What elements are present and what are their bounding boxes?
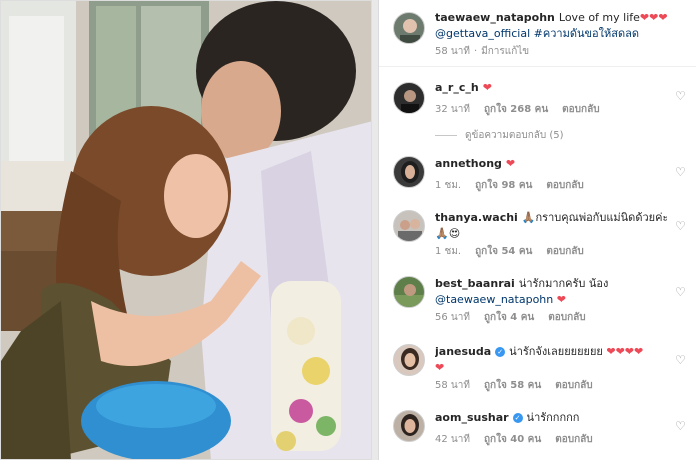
commenter-avatar[interactable] bbox=[393, 210, 425, 242]
commenter-avatar[interactable] bbox=[393, 82, 425, 114]
divider bbox=[379, 66, 696, 67]
comment-likes[interactable]: ถูกใจ 54 คน bbox=[475, 246, 532, 257]
caption-text: Love of my life bbox=[558, 11, 640, 24]
comment-text-continued: 🙏🏽😍 bbox=[435, 227, 461, 240]
commenter-avatar[interactable] bbox=[393, 156, 425, 188]
comment-item: janesuda ✓ น่ารักจังเลยยยยยยย ❤❤❤❤ ❤ 58 นา… bbox=[379, 344, 696, 400]
post-caption: taewaew_natapohnLove of my life❤❤❤❤ @get… bbox=[379, 10, 696, 62]
comment-username[interactable]: a_r_c_h bbox=[435, 81, 479, 94]
view-replies-label[interactable]: ดูข้อความตอบกลับ (5) bbox=[465, 130, 564, 141]
caption-line: taewaew_natapohnLove of my life❤❤❤❤ bbox=[435, 10, 667, 26]
caption-hearts: ❤❤❤❤ bbox=[639, 11, 667, 24]
verified-badge-icon: ✓ bbox=[495, 347, 506, 357]
post-author-username[interactable]: taewaew_natapohn bbox=[435, 11, 555, 24]
comment-reply-button[interactable]: ตอบกลับ bbox=[546, 246, 583, 257]
caption-mention-link[interactable]: @gettava_official bbox=[435, 27, 530, 40]
heart-outline-icon[interactable]: ♡ bbox=[675, 420, 687, 432]
post-photo bbox=[0, 0, 372, 460]
heart-outline-icon[interactable]: ♡ bbox=[675, 90, 687, 102]
replies-divider bbox=[435, 134, 457, 136]
view-replies[interactable]: ดูข้อความตอบกลับ (5) bbox=[379, 128, 696, 142]
comment-time: 32 นาที bbox=[435, 104, 470, 115]
comments-panel: taewaew_natapohnLove of my life❤❤❤❤ @get… bbox=[378, 0, 696, 460]
comment-text: 🙏🏽กราบคุณพ่อกับแม่นิดด้วยค่ะ bbox=[521, 211, 667, 224]
heart-outline-icon[interactable]: ♡ bbox=[675, 220, 687, 232]
comment-item: thanya.wachi 🙏🏽กราบคุณพ่อกับแม่นิดด้วยค่ะ… bbox=[379, 210, 696, 266]
caption-tags-line: @gettava_official #ความดันขอให้สดลด bbox=[435, 26, 667, 42]
comment-likes[interactable]: ถูกใจ 4 คน bbox=[484, 312, 534, 323]
comment-time: 1 ชม. bbox=[435, 180, 462, 191]
comment-username[interactable]: annethong bbox=[435, 157, 502, 170]
comment-reply-button[interactable]: ตอบกลับ bbox=[555, 434, 592, 445]
comment-text: น่ารักกกกก bbox=[526, 411, 580, 424]
comment-likes[interactable]: ถูกใจ 268 คน bbox=[484, 104, 548, 115]
comment-item: annethong ❤ 1 ชม. ถูกใจ 98 คน ตอบกลับ ♡ bbox=[379, 156, 696, 196]
comment-hearts: ❤ bbox=[482, 81, 492, 94]
comment-username[interactable]: janesuda bbox=[435, 345, 491, 358]
comment-reply-button[interactable]: ตอบกลับ bbox=[548, 312, 585, 323]
comment-hearts-continued: ❤ bbox=[435, 361, 445, 374]
post-photo-illustration bbox=[1, 1, 371, 459]
caption-time: 58 นาที bbox=[435, 46, 470, 57]
commenter-avatar[interactable] bbox=[393, 344, 425, 376]
comment-time: 42 นาที bbox=[435, 434, 470, 445]
caption-hashtag-link[interactable]: #ความดันขอให้สดลด bbox=[534, 27, 639, 40]
comment-item: a_r_c_h ❤ 32 นาที ถูกใจ 268 คน ตอบกลับ ♡ bbox=[379, 80, 696, 120]
comment-likes[interactable]: ถูกใจ 40 คน bbox=[484, 434, 541, 445]
comment-reply-button[interactable]: ตอบกลับ bbox=[546, 180, 583, 191]
caption-edited: มีการแก้ไข bbox=[481, 46, 530, 57]
comment-item: best_baanrai น่ารักมากครับ น้อง @taewaew_… bbox=[379, 276, 696, 332]
comment-hearts: ❤ bbox=[505, 157, 516, 170]
heart-outline-icon[interactable]: ♡ bbox=[675, 166, 687, 178]
comment-text: น่ารักจังเลยยยยยยย bbox=[509, 345, 603, 358]
comment-hearts: ❤❤❤❤ bbox=[606, 345, 644, 358]
comment-username[interactable]: aom_sushar bbox=[435, 411, 509, 424]
comment-reply-button[interactable]: ตอบกลับ bbox=[562, 104, 599, 115]
commenter-avatar[interactable] bbox=[393, 410, 425, 442]
comment-likes[interactable]: ถูกใจ 98 คน bbox=[475, 180, 532, 191]
comment-text: น่ารักมากครับ น้อง bbox=[518, 277, 609, 290]
heart-outline-icon[interactable]: ♡ bbox=[675, 354, 687, 366]
heart-outline-icon[interactable]: ♡ bbox=[675, 286, 687, 298]
comment-mention-link[interactable]: @taewaew_natapohn bbox=[435, 293, 553, 306]
post-author-avatar[interactable] bbox=[393, 12, 425, 44]
comment-reply-button[interactable]: ตอบกลับ bbox=[555, 380, 592, 391]
comment-time: 58 นาที bbox=[435, 380, 470, 391]
comment-username[interactable]: best_baanrai bbox=[435, 277, 515, 290]
comment-hearts: ❤ bbox=[556, 293, 566, 306]
comment-likes[interactable]: ถูกใจ 58 คน bbox=[484, 380, 541, 391]
caption-meta: 58 นาที · มีการแก้ไข bbox=[435, 46, 530, 57]
comment-item: aom_sushar ✓ น่ารักกกกก 42 นาที ถูกใจ 40 คน… bbox=[379, 410, 696, 450]
commenter-avatar[interactable] bbox=[393, 276, 425, 308]
comment-time: 1 ชม. bbox=[435, 246, 462, 257]
comment-time: 56 นาที bbox=[435, 312, 470, 323]
comment-username[interactable]: thanya.wachi bbox=[435, 211, 518, 224]
verified-badge-icon: ✓ bbox=[512, 413, 523, 423]
